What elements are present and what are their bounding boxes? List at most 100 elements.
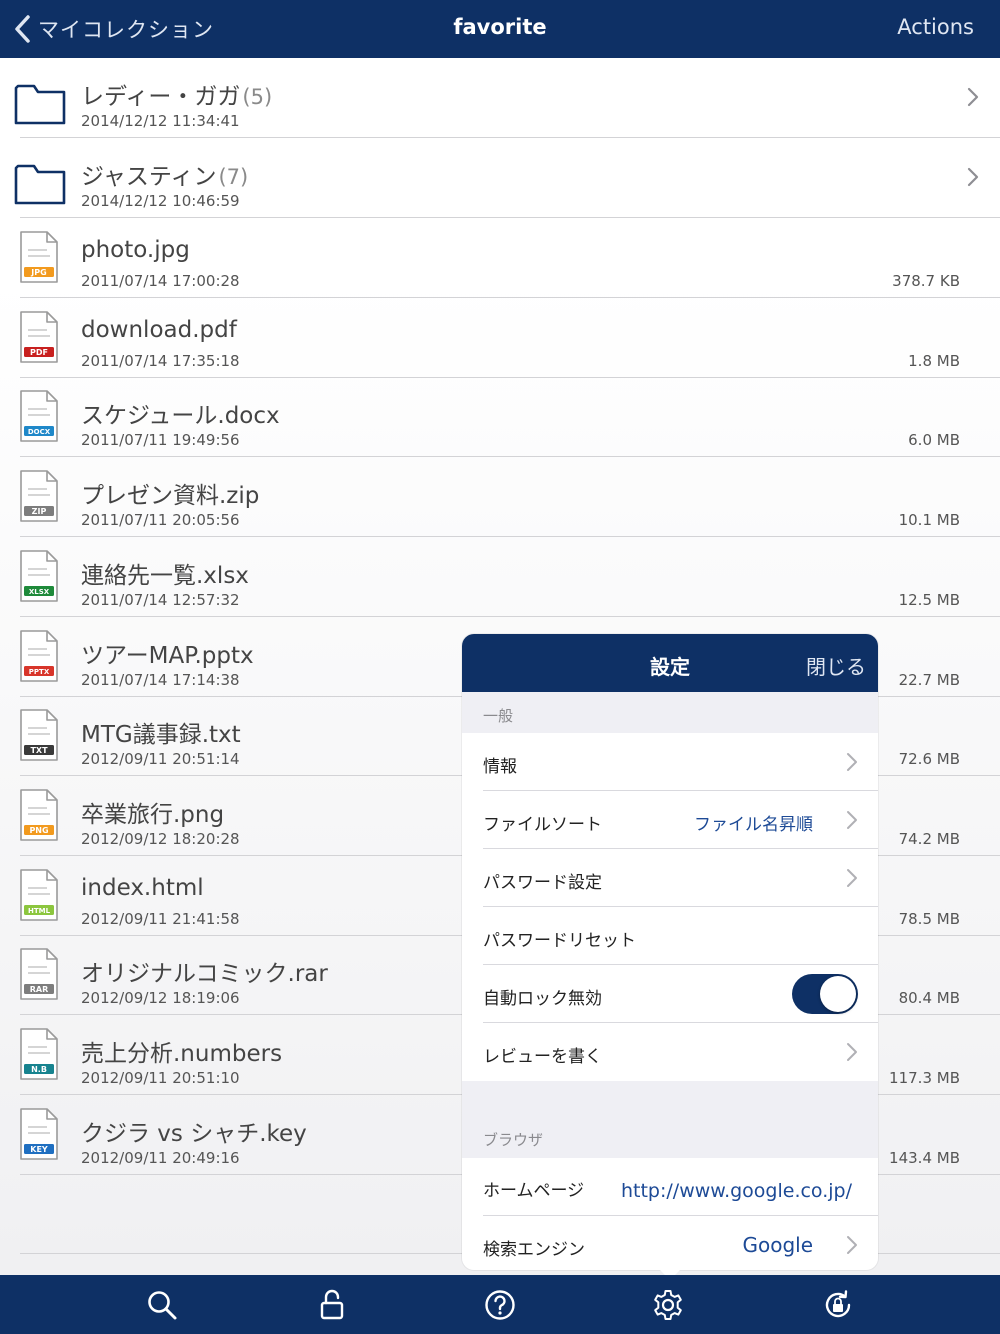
write-review-label: レビューを書く: [483, 1047, 602, 1067]
folder-date: 2014/12/12 10:46:59: [81, 192, 240, 210]
auto-lock-cell: 自動ロック無効: [462, 965, 878, 1023]
close-button[interactable]: 閉じる: [806, 651, 866, 680]
search-engine-cell[interactable]: 検索エンジン Google: [462, 1216, 878, 1270]
actions-button[interactable]: Actions: [897, 15, 974, 39]
file-date: 2011/07/14 12:57:32: [81, 590, 240, 609]
section-header-browser: ブラウザ: [483, 1131, 544, 1149]
chevron-right-icon: [847, 1043, 857, 1061]
tab-help[interactable]: [483, 1288, 517, 1322]
folder-row[interactable]: ジャスティン(7) 2014/12/12 10:46:59: [0, 138, 1000, 218]
lock-icon: [320, 1289, 344, 1320]
file-name: スケジュール.docx: [81, 403, 280, 430]
image-file-icon: PNG: [20, 789, 58, 841]
text-file-icon: TXT: [20, 709, 58, 761]
homepage-cell[interactable]: ホームページ http://www.google.co.jp/: [462, 1158, 878, 1216]
file-type-badge: RAR: [30, 985, 49, 994]
file-name: MTG議事録.txt: [81, 722, 241, 749]
file-size: 12.5 MB: [898, 590, 960, 609]
file-name: 連絡先一覧.xlsx: [81, 562, 249, 589]
file-name: プレゼン資料.zip: [81, 483, 260, 510]
file-sort-cell[interactable]: ファイルソート ファイル名昇順: [462, 791, 878, 849]
file-date: 2011/07/14 17:35:18: [81, 351, 240, 370]
popover-header: 設定 閉じる: [462, 634, 878, 692]
tab-lock[interactable]: [315, 1288, 349, 1322]
file-sort-value: ファイル名昇順: [694, 815, 813, 835]
file-type-badge: KEY: [30, 1145, 48, 1154]
file-date: 2012/09/12 18:20:28: [81, 829, 240, 848]
info-label: 情報: [483, 757, 517, 777]
file-size: 143.4 MB: [889, 1148, 960, 1167]
file-name: photo.jpg: [81, 237, 190, 263]
file-type-badge: DOCX: [28, 429, 51, 437]
file-row[interactable]: DOCX スケジュール.docx 2011/07/11 19:49:56 6.0 MB: [0, 377, 1000, 458]
file-size: 74.2 MB: [898, 829, 960, 848]
chevron-right-icon: [967, 87, 979, 107]
file-size: 117.3 MB: [889, 1069, 960, 1087]
file-date: 2011/07/14 17:14:38: [81, 670, 240, 689]
folder-name: レディー・ガガ(5): [81, 77, 272, 111]
keynote-file-icon: KEY: [20, 1107, 58, 1160]
file-size: 10.1 MB: [898, 511, 960, 530]
file-date: 2012/09/11 20:51:14: [81, 750, 240, 769]
file-type-badge: XLSX: [29, 588, 50, 596]
info-cell[interactable]: 情報: [462, 733, 878, 791]
numbers-file-icon: N.B: [20, 1028, 58, 1080]
folder-row[interactable]: レディー・ガガ(5) 2014/12/12 11:34:41: [0, 58, 1000, 138]
file-date: 2012/09/12 18:19:06: [81, 989, 240, 1008]
file-type-badge: PPTX: [29, 668, 50, 676]
page-title: favorite: [453, 15, 547, 39]
file-type-badge: N.B: [31, 1065, 47, 1074]
section-header-general: 一般: [483, 707, 514, 725]
chevron-right-icon: [847, 1236, 857, 1254]
file-date: 2011/07/11 19:49:56: [81, 431, 240, 450]
folder-icon: [14, 164, 66, 205]
file-row[interactable]: PDF download.pdf 2011/07/14 17:35:18 1.8 MB: [0, 298, 1000, 378]
password-setting-cell[interactable]: パスワード設定: [462, 849, 878, 907]
chevron-right-icon: [847, 753, 857, 771]
help-icon: [485, 1290, 515, 1320]
folder-icon: [14, 84, 66, 125]
excel-file-icon: XLSX: [20, 549, 58, 602]
file-name: 売上分析.numbers: [81, 1041, 283, 1067]
folder-name: ジャスティン(7): [81, 157, 248, 191]
file-sort-label: ファイルソート: [483, 815, 602, 835]
auto-lock-toggle[interactable]: [792, 974, 858, 1014]
settings-popover: 設定 閉じる 一般 情報 ファイルソート ファイル名昇順 パスワード設定 パスワ…: [462, 634, 878, 1270]
word-file-icon: DOCX: [20, 390, 58, 443]
file-row[interactable]: JPG photo.jpg 2011/07/14 17:00:28 378.7 KB: [0, 218, 1000, 298]
file-row[interactable]: ZIP プレゼン資料.zip 2011/07/11 20:05:56 10.1 MB: [0, 457, 1000, 538]
file-name: クジラ vs シャチ.key: [81, 1120, 307, 1147]
file-type-badge: TXT: [30, 746, 48, 755]
homepage-value: http://www.google.co.jp/: [620, 1180, 852, 1202]
folder-name-text: レディー・ガガ: [81, 84, 241, 110]
search-icon: [148, 1291, 177, 1320]
file-name: download.pdf: [81, 316, 237, 343]
pdf-file-icon: PDF: [20, 310, 58, 363]
rar-file-icon: RAR: [20, 948, 58, 1001]
file-row[interactable]: XLSX 連絡先一覧.xlsx 2011/07/14 12:57:32 12.5 MB: [0, 537, 1000, 617]
tab-search[interactable]: [145, 1288, 179, 1322]
password-reset-cell[interactable]: パスワードリセット: [462, 907, 878, 965]
file-name: オリジナルコミック.rar: [81, 961, 328, 988]
tab-lock-rotate[interactable]: [821, 1288, 855, 1322]
folder-date: 2014/12/12 11:34:41: [81, 112, 240, 130]
file-type-badge: PNG: [29, 826, 48, 835]
file-date: 2012/09/11 20:51:10: [81, 1069, 240, 1087]
file-size: 78.5 MB: [898, 909, 960, 928]
file-name: ツアーMAP.pptx: [81, 642, 254, 669]
file-type-badge: PDF: [30, 348, 48, 357]
chevron-right-icon: [967, 167, 979, 187]
search-engine-label: 検索エンジン: [483, 1240, 585, 1260]
file-type-badge: HTML: [28, 907, 51, 915]
tab-settings[interactable]: [651, 1288, 685, 1322]
file-date: 2011/07/11 20:05:56: [81, 511, 240, 530]
lock-rotate-icon: [825, 1290, 851, 1318]
write-review-cell[interactable]: レビューを書く: [462, 1023, 878, 1081]
folder-name-text: ジャスティン: [81, 164, 217, 190]
toggle-knob: [820, 976, 856, 1012]
html-file-icon: HTML: [20, 868, 58, 921]
tab-bar: [0, 1275, 1000, 1334]
navigation-bar: マイコレクション favorite Actions: [0, 0, 1000, 58]
file-date: 2012/09/11 21:41:58: [81, 909, 240, 928]
file-size: 72.6 MB: [898, 750, 960, 769]
